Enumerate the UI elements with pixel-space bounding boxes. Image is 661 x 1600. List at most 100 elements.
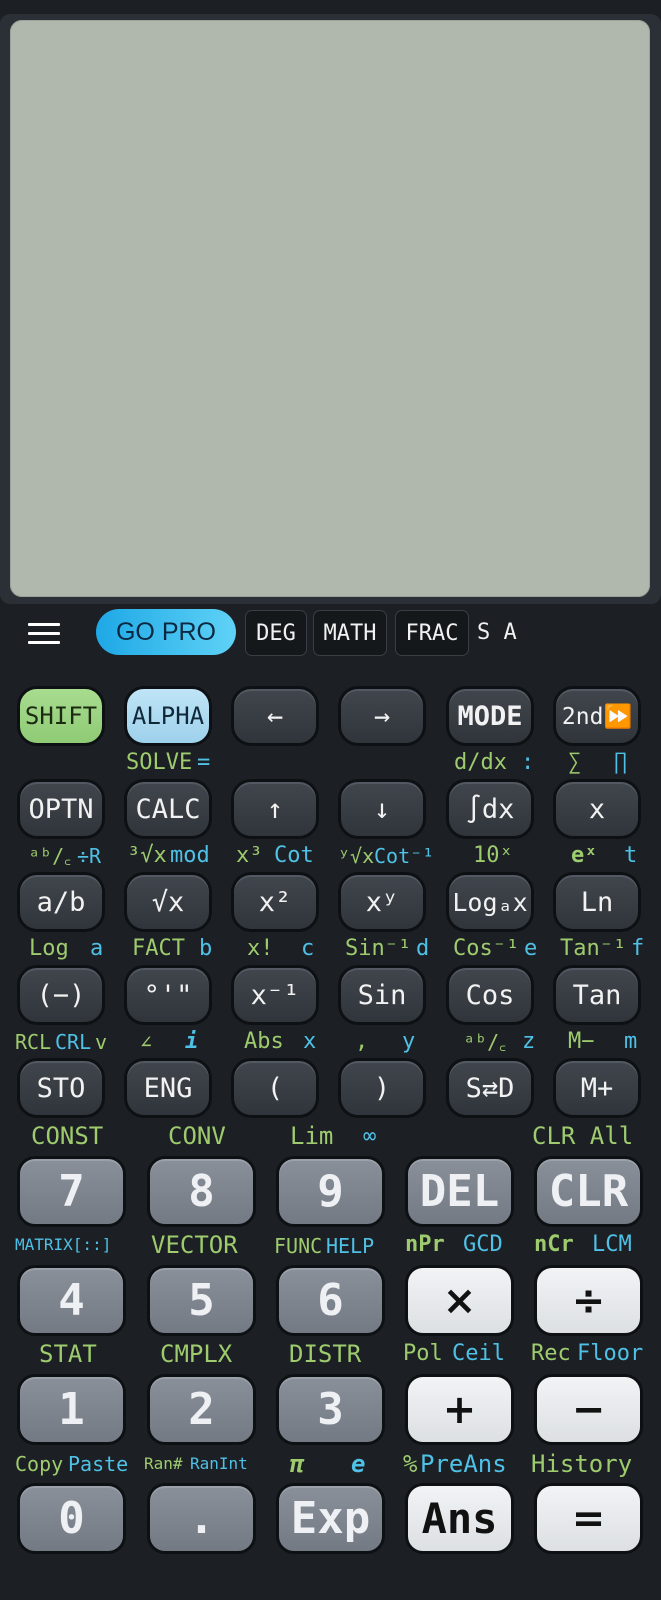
square-root-button[interactable]: √x — [124, 872, 212, 932]
label-v: v — [95, 1030, 108, 1054]
variable-x-button[interactable]: x — [553, 779, 641, 839]
calculator-display[interactable] — [10, 20, 650, 597]
cursor-down-button[interactable]: ↓ — [338, 779, 426, 839]
alpha-button[interactable]: ALPHA — [124, 686, 212, 746]
integral-button[interactable]: ∫dx — [446, 779, 534, 839]
log-base-button[interactable]: Logₐx — [446, 872, 534, 932]
minus-button[interactable]: − — [534, 1374, 643, 1445]
label-improper-fraction: ᵃᵇ/꜀ — [463, 1030, 507, 1054]
cos-button[interactable]: Cos — [446, 965, 534, 1025]
label-fact: FACT — [132, 936, 185, 961]
label-help: HELP — [326, 1234, 375, 1258]
eng-button[interactable]: ENG — [124, 1058, 212, 1118]
go-pro-button[interactable]: GO PRO — [96, 609, 236, 655]
label-m: m — [624, 1029, 638, 1054]
digit-2-button[interactable]: 2 — [147, 1374, 256, 1445]
label-f: f — [631, 936, 645, 961]
label-angle: ∠ — [140, 1030, 153, 1054]
label-abs: Abs — [244, 1029, 284, 1054]
delete-button[interactable]: DEL — [405, 1156, 514, 1227]
label-y: y — [402, 1029, 416, 1054]
label-sin-inverse: Sin⁻¹ — [345, 936, 412, 961]
label-factorial: x! — [247, 936, 274, 961]
sto-button[interactable]: STO — [17, 1058, 105, 1118]
negative-button[interactable]: (−) — [17, 965, 105, 1025]
label-equals: = — [197, 750, 211, 775]
degree-button[interactable]: °'" — [124, 965, 212, 1025]
angle-mode-indicator[interactable]: DEG — [245, 610, 307, 656]
label-e-power: eˣ — [571, 843, 598, 868]
tan-button[interactable]: Tan — [553, 965, 641, 1025]
plus-button[interactable]: + — [405, 1374, 514, 1445]
label-a: a — [90, 936, 104, 961]
decimal-point-button[interactable]: . — [147, 1483, 256, 1554]
label-cube-root: ³√x — [127, 843, 167, 868]
label-npr: nPr — [405, 1232, 445, 1257]
divide-button[interactable]: ÷ — [534, 1265, 643, 1336]
label-cot-inverse: Cot⁻¹ — [374, 844, 435, 868]
sin-button[interactable]: Sin — [338, 965, 426, 1025]
calc-button[interactable]: CALC — [124, 779, 212, 839]
ln-button[interactable]: Ln — [553, 872, 641, 932]
label-const: CONST — [31, 1122, 104, 1150]
power-button[interactable]: xʸ — [338, 872, 426, 932]
square-button[interactable]: x² — [231, 872, 319, 932]
digit-7-button[interactable]: 7 — [17, 1156, 126, 1227]
second-page-button[interactable]: 2nd⏩ — [553, 686, 641, 746]
label-history: History — [531, 1450, 633, 1478]
label-vector: VECTOR — [151, 1231, 238, 1259]
label-stat: STAT — [39, 1340, 97, 1368]
open-paren-button[interactable]: ( — [231, 1058, 319, 1118]
label-lcm: LCM — [592, 1232, 632, 1257]
close-paren-button[interactable]: ) — [338, 1058, 426, 1118]
label-ran: Ran# — [144, 1454, 183, 1473]
status-bar: GO PRO DEG MATH FRAC S A — [0, 609, 661, 657]
menu-icon[interactable] — [28, 623, 60, 645]
fraction-button[interactable]: a/b — [17, 872, 105, 932]
label-rec: Rec — [531, 1341, 571, 1366]
optn-button[interactable]: OPTN — [17, 779, 105, 839]
label-clr-all: CLR All — [532, 1122, 634, 1150]
digit-0-button[interactable]: 0 — [17, 1483, 126, 1554]
label-z: z — [522, 1029, 536, 1054]
label-fraction-convert: ᵃᵇ/꜀ — [28, 844, 72, 868]
digit-8-button[interactable]: 8 — [147, 1156, 256, 1227]
label-cos-inverse: Cos⁻¹ — [453, 936, 520, 961]
label-func: FUNC — [274, 1234, 323, 1258]
digit-9-button[interactable]: 9 — [276, 1156, 385, 1227]
label-ranint: RanInt — [190, 1454, 248, 1473]
cursor-right-button[interactable]: → — [338, 686, 426, 746]
label-percent: % — [403, 1450, 418, 1478]
digit-6-button[interactable]: 6 — [276, 1265, 385, 1336]
ans-button[interactable]: Ans — [405, 1483, 514, 1554]
label-euler-constant: e — [351, 1450, 366, 1478]
shift-button[interactable]: SHIFT — [17, 686, 105, 746]
label-rcl: RCL — [15, 1030, 52, 1054]
label-e: e — [524, 936, 538, 961]
clear-button[interactable]: CLR — [534, 1156, 643, 1227]
label-cmplx: CMPLX — [160, 1340, 233, 1368]
digit-3-button[interactable]: 3 — [276, 1374, 385, 1445]
label-copy: Copy — [15, 1452, 64, 1476]
sa-indicator: S A — [477, 619, 517, 645]
digit-1-button[interactable]: 1 — [17, 1374, 126, 1445]
frac-mode-indicator[interactable]: FRAC — [395, 610, 469, 656]
label-c: c — [301, 936, 315, 961]
mode-button[interactable]: MODE — [446, 686, 534, 746]
label-ncr: nCr — [534, 1232, 574, 1257]
digit-5-button[interactable]: 5 — [147, 1265, 256, 1336]
cursor-left-button[interactable]: ← — [231, 686, 319, 746]
digit-4-button[interactable]: 4 — [17, 1265, 126, 1336]
multiply-button[interactable]: × — [405, 1265, 514, 1336]
label-cube: x³ — [236, 843, 263, 868]
label-infinity: ∞ — [363, 1124, 377, 1149]
label-x: x — [303, 1029, 317, 1054]
reciprocal-button[interactable]: x⁻¹ — [231, 965, 319, 1025]
math-mode-indicator[interactable]: MATH — [313, 610, 387, 656]
m-plus-button[interactable]: M+ — [553, 1058, 641, 1118]
cursor-up-button[interactable]: ↑ — [231, 779, 319, 839]
exp-button[interactable]: Exp — [276, 1483, 385, 1554]
label-pi: π — [290, 1450, 305, 1478]
equals-button[interactable]: = — [534, 1483, 643, 1554]
s-to-d-button[interactable]: S⇄D — [446, 1058, 534, 1118]
